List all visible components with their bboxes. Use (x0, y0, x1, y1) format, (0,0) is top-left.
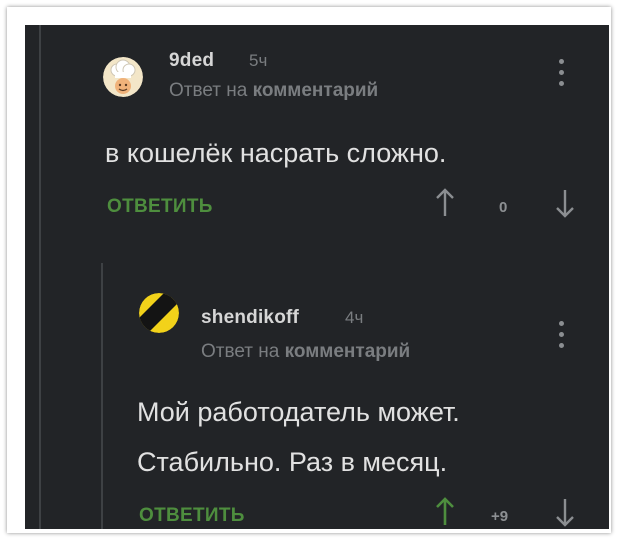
comment-score: 0 (499, 199, 508, 216)
screenshot-frame: 9ded 5ч Ответ на комментарий в кошелёк н… (7, 7, 611, 533)
comment-1: 9ded 5ч Ответ на комментарий в кошелёк н… (25, 25, 609, 245)
upvote-arrow-icon[interactable] (435, 188, 455, 223)
comment-score: +9 (491, 508, 509, 525)
reply-to-line: Ответ на комментарий (201, 341, 410, 363)
reply-to-link[interactable]: комментарий (285, 341, 411, 362)
reply-button[interactable]: ОТВЕТИТЬ (139, 505, 245, 527)
comment-2: shendikoff 4ч Ответ на комментарий Мой р… (25, 265, 609, 529)
more-options-icon[interactable] (559, 321, 565, 355)
comment-author[interactable]: shendikoff (201, 307, 299, 329)
comments-screen: 9ded 5ч Ответ на комментарий в кошелёк н… (25, 25, 609, 529)
comment-time: 5ч (249, 51, 268, 70)
reply-to-link[interactable]: комментарий (253, 80, 379, 101)
reply-button[interactable]: ОТВЕТИТЬ (107, 196, 213, 218)
reply-to-line: Ответ на комментарий (169, 80, 378, 102)
upvote-arrow-icon-active[interactable] (435, 497, 455, 529)
reply-to-prefix: Ответ на (169, 80, 248, 101)
chef-hat-avatar-icon[interactable] (103, 57, 143, 97)
more-options-icon[interactable] (559, 59, 565, 93)
comment-text: в кошелёк насрать сложно. (105, 138, 447, 168)
downvote-arrow-icon[interactable] (555, 497, 575, 529)
comment-author[interactable]: 9ded (169, 50, 214, 72)
downvote-arrow-icon[interactable] (555, 188, 575, 223)
comment-time: 4ч (345, 308, 364, 327)
yellow-black-striped-avatar-icon[interactable] (139, 293, 179, 333)
reply-to-prefix: Ответ на (201, 341, 280, 362)
comment-text-line-1: Мой работодатель может. (137, 397, 460, 427)
comment-text-line-2: Стабильно. Раз в месяц. (137, 447, 448, 477)
